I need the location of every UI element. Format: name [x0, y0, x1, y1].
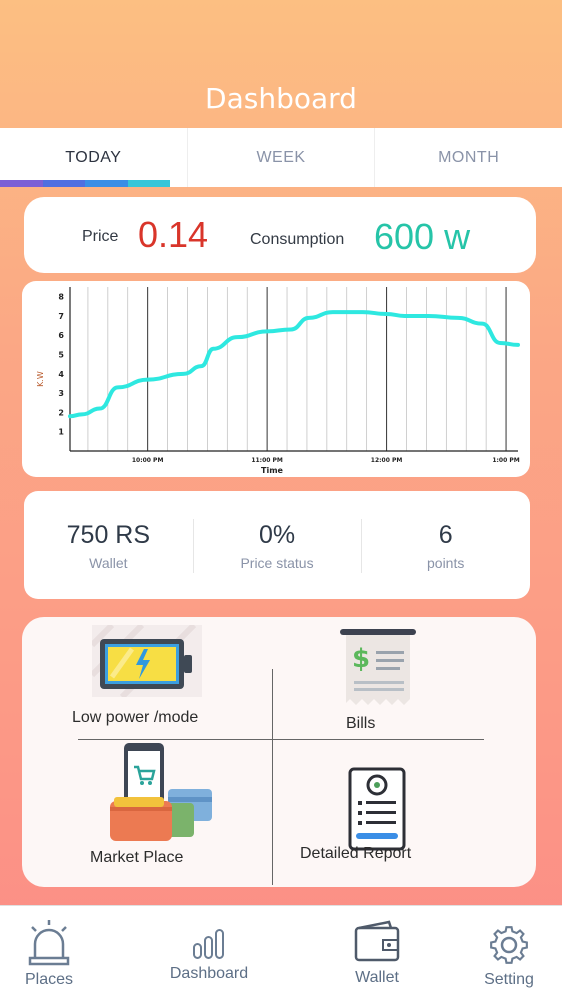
- price-value: 0.14: [138, 214, 209, 255]
- consumption-label: Consumption: [250, 231, 345, 248]
- battery-icon: [92, 625, 202, 697]
- bills-label: Bills: [346, 715, 376, 732]
- tab-today[interactable]: TODAY: [0, 128, 187, 187]
- chart-x-tick-label: 11:00 PM: [251, 457, 283, 464]
- bar-chart-icon: [193, 929, 224, 959]
- chart-y-tick-label: 4: [58, 370, 64, 379]
- price-status-label: Price status: [240, 555, 314, 571]
- wallet-label: Wallet: [89, 555, 128, 571]
- chart-x-axis-label: Time: [261, 466, 284, 475]
- price-label: Price: [82, 228, 119, 245]
- chart-y-tick-label: 7: [58, 312, 64, 321]
- chart-y-axis-label: K.W: [36, 371, 45, 387]
- tab-month[interactable]: MONTH: [374, 128, 562, 187]
- price-card: Price 0.14 Consumption 600 w: [24, 197, 536, 273]
- indicator-segment: [85, 180, 128, 187]
- nav-dashboard-label: Dashboard: [169, 965, 249, 982]
- tab-week[interactable]: WEEK: [186, 128, 375, 187]
- gear-icon: [490, 926, 528, 964]
- bottom-nav: Places Dashboard Wallet Setting: [0, 905, 562, 1000]
- low-power-mode-label: Low power /mode: [72, 709, 199, 726]
- chart-y-tick-label: 8: [58, 293, 64, 302]
- chart-x-tick-label: 1:00 PM: [492, 457, 519, 464]
- market-place-button[interactable]: Market Place: [62, 741, 262, 871]
- chart-series-line: [68, 310, 520, 419]
- indicator-segment: [42, 180, 85, 187]
- menu-card: Low power /mode $ Bills Market Place Det…: [22, 617, 536, 887]
- active-tab-indicator: [0, 180, 170, 187]
- nav-setting-label: Setting: [484, 971, 534, 988]
- wallet-value: 750 RS: [66, 521, 151, 549]
- nav-wallet[interactable]: Wallet: [344, 920, 410, 987]
- nav-places-label: Places: [24, 971, 74, 988]
- low-power-mode-button[interactable]: Low power /mode: [62, 617, 262, 737]
- market-place-icon: [110, 743, 212, 841]
- chart-y-tick-label: 6: [58, 331, 64, 340]
- chart-y-tick-label: 1: [58, 428, 64, 437]
- page-title: Dashboard: [205, 82, 357, 115]
- price-status-stat[interactable]: 0% Price status: [192, 491, 362, 599]
- chart-x-tick-label: 10:00 PM: [132, 457, 164, 464]
- consumption-chart-card: 1 2 3 4 5 6 7 8 10:00 PM 11:00 PM 12:00 PM 1:00 PM T…: [22, 281, 530, 477]
- bill-icon: $: [340, 629, 416, 705]
- svg-text:$: $: [352, 644, 370, 674]
- bills-button[interactable]: $ Bills: [282, 617, 532, 737]
- nav-dashboard[interactable]: Dashboard: [164, 928, 254, 983]
- points-value: 6: [438, 521, 453, 549]
- stats-card: 750 RS Wallet 0% Price status 6 points: [24, 491, 530, 599]
- consumption-value: 600 w: [374, 216, 471, 257]
- report-icon: [348, 767, 406, 851]
- points-label: points: [427, 555, 465, 571]
- indicator-segment: [127, 180, 170, 187]
- detailed-report-button[interactable]: Detailed Report: [282, 741, 532, 871]
- period-tabs: TODAY WEEK MONTH: [0, 128, 562, 187]
- price-status-value: 0%: [258, 521, 296, 549]
- points-stat[interactable]: 6 points: [361, 491, 530, 599]
- chart-x-tick-label: 12:00 PM: [371, 457, 403, 464]
- nav-wallet-label: Wallet: [355, 969, 399, 986]
- detailed-report-label: Detailed Report: [300, 845, 412, 862]
- menu-divider: [272, 669, 273, 885]
- menu-divider: [78, 739, 484, 740]
- chart-y-tick-label: 5: [58, 351, 64, 360]
- consumption-chart: 1 2 3 4 5 6 7 8 10:00 PM 11:00 PM 12:00 PM 1:00 PM T…: [36, 287, 520, 475]
- chart-y-tick-label: 3: [58, 389, 64, 398]
- alarm-icon: [28, 920, 70, 966]
- wallet-icon: [354, 920, 400, 962]
- nav-places[interactable]: Places: [14, 918, 84, 989]
- market-place-label: Market Place: [90, 849, 184, 866]
- indicator-segment: [0, 180, 43, 187]
- chart-y-tick-label: 2: [58, 408, 64, 417]
- wallet-stat[interactable]: 750 RS Wallet: [24, 491, 193, 599]
- nav-setting[interactable]: Setting: [474, 924, 544, 989]
- header: Dashboard: [0, 0, 562, 128]
